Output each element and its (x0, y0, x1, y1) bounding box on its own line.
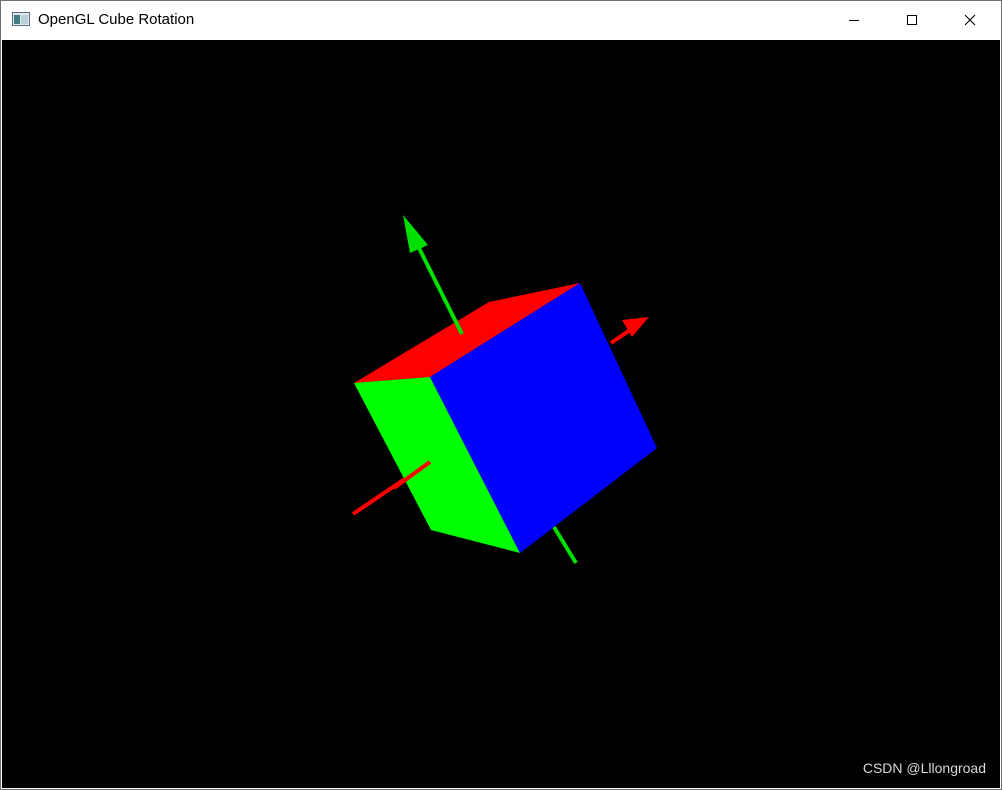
close-button[interactable] (941, 1, 999, 39)
watermark-text: CSDN @Lllongroad (862, 760, 986, 776)
y-axis-upper-line (417, 247, 464, 335)
cube-scene (351, 215, 657, 565)
maximize-button[interactable] (883, 1, 941, 39)
maximize-icon (907, 15, 917, 25)
minimize-button[interactable] (825, 1, 883, 39)
app-window: OpenGL Cube Rotation CSDN @Lllongroad (0, 0, 1002, 790)
x-axis-right-line (609, 328, 632, 345)
y-axis-lower-line (552, 525, 578, 565)
close-icon (964, 14, 976, 26)
minimize-icon (849, 20, 859, 21)
opengl-viewport[interactable]: CSDN @Lllongroad (2, 40, 1000, 788)
window-app-icon (12, 12, 30, 26)
window-title: OpenGL Cube Rotation (38, 11, 195, 28)
title-bar[interactable]: OpenGL Cube Rotation (1, 1, 1001, 39)
y-axis-arrowhead (403, 215, 428, 253)
